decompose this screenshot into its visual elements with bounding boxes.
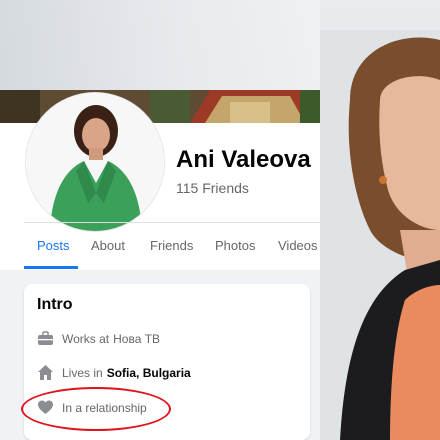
profile-name[interactable]: Ani Valeova [176,146,311,174]
tab-posts[interactable]: Posts [37,238,70,253]
work-place[interactable]: Нова ТВ [113,332,160,346]
tab-photos[interactable]: Photos [215,238,255,253]
intro-work-row[interactable]: Works at Нова ТВ [37,330,160,347]
tabs-divider [24,222,320,223]
house-icon [37,364,54,381]
intro-card: Intro Works at Нова ТВ Lives in Sofia, B… [24,284,310,440]
relationship-status: In a relationship [62,400,147,415]
profile-avatar[interactable] [26,93,164,231]
friends-count[interactable]: 115 Friends [176,180,249,196]
intro-lives-row[interactable]: Lives in Sofia, Bulgaria [37,364,191,381]
background-blur [0,0,320,95]
heart-icon [37,399,54,416]
lives-place[interactable]: Sofia, Bulgaria [107,366,191,380]
presenter-photo [320,30,440,440]
intro-relationship-row[interactable]: In a relationship [37,399,147,416]
tab-friends[interactable]: Friends [150,238,193,253]
avatar-image [26,93,164,231]
briefcase-icon [37,330,54,347]
tab-videos[interactable]: Videos [278,238,318,253]
tab-about[interactable]: About [91,238,125,253]
work-prefix: Works at [62,331,110,346]
active-tab-indicator [24,266,78,269]
intro-title: Intro [37,296,73,313]
lives-prefix: Lives in [62,365,103,380]
